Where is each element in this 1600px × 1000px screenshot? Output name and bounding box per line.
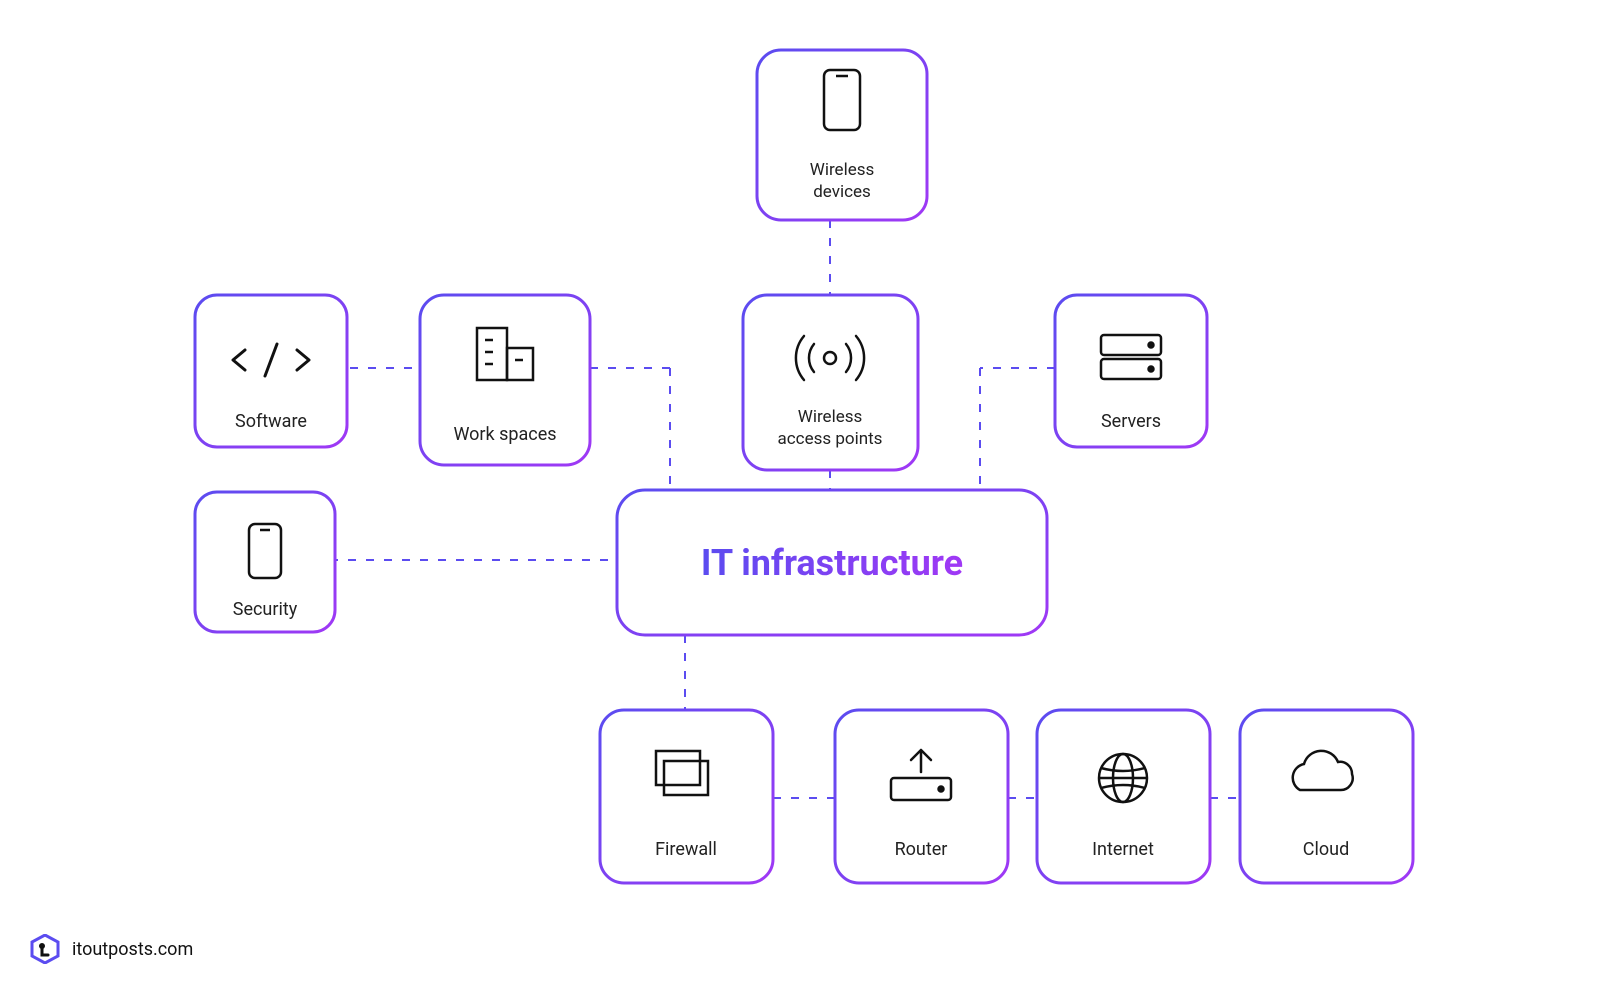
diagram-canvas: IT infrastructure Wireless devices Softw… <box>0 0 1600 1000</box>
center-title: IT infrastructure <box>701 542 963 584</box>
node-label: Wireless <box>798 407 863 427</box>
node-wireless-devices: Wireless devices <box>757 50 927 220</box>
node-internet: Internet <box>1037 710 1210 883</box>
node-security: Security <box>195 492 335 632</box>
node-router: Router <box>835 710 1008 883</box>
node-label: Work spaces <box>453 424 556 445</box>
node-firewall: Firewall <box>600 710 773 883</box>
node-label: devices <box>813 182 871 202</box>
node-workspaces: Work spaces <box>420 295 590 465</box>
node-label: Wireless <box>810 160 875 180</box>
brand-logon-icon <box>30 934 60 964</box>
diagram-svg: IT infrastructure Wireless devices Softw… <box>0 0 1600 1000</box>
node-it-infrastructure: IT infrastructure <box>617 490 1047 635</box>
node-label: Cloud <box>1303 839 1349 860</box>
node-cloud: Cloud <box>1240 710 1413 883</box>
node-label: Router <box>895 839 948 860</box>
node-label: Security <box>233 599 298 620</box>
node-wireless-access-points: Wireless access points <box>743 295 918 470</box>
footer-text: itoutposts.com <box>72 939 193 960</box>
node-label: Software <box>235 411 307 432</box>
node-label: access points <box>778 429 883 449</box>
node-label: Firewall <box>655 839 717 860</box>
node-label: Internet <box>1092 839 1154 860</box>
node-servers: Servers <box>1055 295 1207 447</box>
footer: itoutposts.com <box>30 934 193 964</box>
node-label: Servers <box>1101 411 1161 432</box>
node-software: Software <box>195 295 347 447</box>
